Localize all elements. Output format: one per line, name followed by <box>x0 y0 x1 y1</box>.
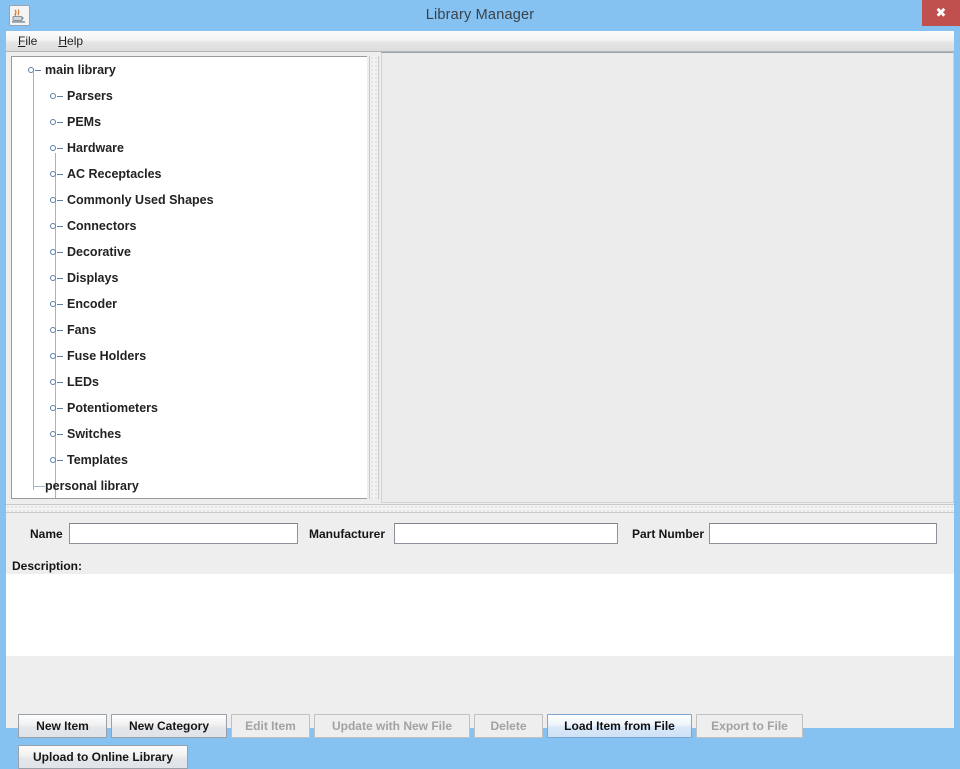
vertical-split-divider[interactable] <box>367 52 381 503</box>
action-button-bar: New Item New Category Edit Item Update w… <box>6 656 954 769</box>
tree-node-label: Encoder <box>67 297 118 311</box>
menu-bar: File Help <box>6 31 954 52</box>
expand-handle-icon[interactable] <box>50 92 63 100</box>
tree-node-hardware[interactable]: Hardware <box>12 135 356 161</box>
expand-handle-icon[interactable] <box>50 326 63 334</box>
library-tree[interactable]: main library Parsers PEMs Hardware AC Re… <box>12 57 356 498</box>
window-title: Library Manager <box>425 7 535 23</box>
tree-node-pems[interactable]: PEMs <box>12 109 356 135</box>
menu-help[interactable]: Help <box>49 32 92 50</box>
application-window: Library Manager ✖ File Help main library <box>0 0 960 769</box>
vertical-split-divider-grip[interactable] <box>369 56 379 499</box>
new-category-button[interactable]: New Category <box>111 714 227 738</box>
tree-node-label: AC Receptacles <box>67 167 162 181</box>
tree-node-label: LEDs <box>67 375 99 389</box>
expand-handle-icon[interactable] <box>50 118 63 126</box>
tree-node-label: Hardware <box>67 141 124 155</box>
close-icon[interactable]: ✖ <box>922 0 960 26</box>
tree-node-label: main library <box>45 63 116 77</box>
tree-node-label: Parsers <box>67 89 113 103</box>
tree-node-label: PEMs <box>67 115 102 129</box>
expand-handle-icon[interactable] <box>50 378 63 386</box>
tree-node-commonly-used-shapes[interactable]: Commonly Used Shapes <box>12 187 356 213</box>
expand-handle-icon[interactable] <box>50 248 63 256</box>
tree-node-parsers[interactable]: Parsers <box>12 83 356 109</box>
manufacturer-input[interactable] <box>394 523 618 544</box>
tree-node-leds[interactable]: LEDs <box>12 369 356 395</box>
tree-node-label: Potentiometers <box>67 401 158 415</box>
tree-node-decorative[interactable]: Decorative <box>12 239 356 265</box>
tree-node-templates[interactable]: Templates <box>12 447 356 473</box>
tree-node-label: Fuse Holders <box>67 349 147 363</box>
name-label: Name <box>30 527 63 541</box>
new-item-button[interactable]: New Item <box>18 714 107 738</box>
tree-node-label: Fans <box>67 323 97 337</box>
edit-item-button: Edit Item <box>231 714 310 738</box>
tree-node-fuse-holders[interactable]: Fuse Holders <box>12 343 356 369</box>
expand-handle-icon[interactable] <box>50 352 63 360</box>
library-tree-scrollpane: main library Parsers PEMs Hardware AC Re… <box>11 56 368 499</box>
title-bar: Library Manager ✖ <box>0 0 960 31</box>
expand-handle-icon[interactable] <box>50 170 63 178</box>
description-label: Description: <box>12 559 83 573</box>
tree-node-displays[interactable]: Displays <box>12 265 356 291</box>
tree-node-label: personal library <box>45 479 139 493</box>
tree-leaf-connector-icon <box>33 473 45 487</box>
expand-handle-icon[interactable] <box>50 274 63 282</box>
tree-node-ac-receptacles[interactable]: AC Receptacles <box>12 161 356 187</box>
tree-node-label: Commonly Used Shapes <box>67 193 214 207</box>
tree-node-label: Templates <box>67 453 128 467</box>
tree-node-label: Decorative <box>67 245 131 259</box>
part-number-input[interactable] <box>709 523 937 544</box>
expand-handle-icon[interactable] <box>50 456 63 464</box>
export-to-file-button: Export to File <box>696 714 803 738</box>
tree-node-connectors[interactable]: Connectors <box>12 213 356 239</box>
delete-button: Delete <box>474 714 543 738</box>
tree-node-switches[interactable]: Switches <box>12 421 356 447</box>
part-number-label: Part Number <box>632 527 705 541</box>
expand-handle-icon[interactable] <box>50 404 63 412</box>
tree-node-label: Switches <box>67 427 122 441</box>
horizontal-split-divider[interactable] <box>6 503 954 514</box>
upper-split-pane: main library Parsers PEMs Hardware AC Re… <box>6 52 954 503</box>
tree-node-encoder[interactable]: Encoder <box>12 291 356 317</box>
item-preview-pane[interactable] <box>381 52 954 503</box>
tree-node-main-library[interactable]: main library <box>12 57 356 83</box>
expand-handle-icon[interactable] <box>50 196 63 204</box>
fields-row: Name Manufacturer Part Number <box>6 514 954 553</box>
tree-node-personal-library[interactable]: personal library <box>12 473 356 498</box>
upload-to-online-library-button[interactable]: Upload to Online Library <box>18 745 188 769</box>
tree-node-label: Displays <box>67 271 119 285</box>
tree-node-potentiometers[interactable]: Potentiometers <box>12 395 356 421</box>
expand-handle-icon[interactable] <box>28 66 41 74</box>
tree-node-fans[interactable]: Fans <box>12 317 356 343</box>
update-with-new-file-button: Update with New File <box>314 714 470 738</box>
tree-node-label: Connectors <box>67 219 137 233</box>
manufacturer-label: Manufacturer <box>309 527 386 541</box>
expand-handle-icon[interactable] <box>50 144 63 152</box>
horizontal-split-divider-grip[interactable] <box>6 504 954 513</box>
expand-handle-icon[interactable] <box>50 222 63 230</box>
name-input[interactable] <box>69 523 298 544</box>
expand-handle-icon[interactable] <box>50 300 63 308</box>
menu-file[interactable]: File <box>9 32 46 50</box>
content-area: main library Parsers PEMs Hardware AC Re… <box>6 52 954 769</box>
load-item-from-file-button[interactable]: Load Item from File <box>547 714 692 738</box>
expand-handle-icon[interactable] <box>50 430 63 438</box>
